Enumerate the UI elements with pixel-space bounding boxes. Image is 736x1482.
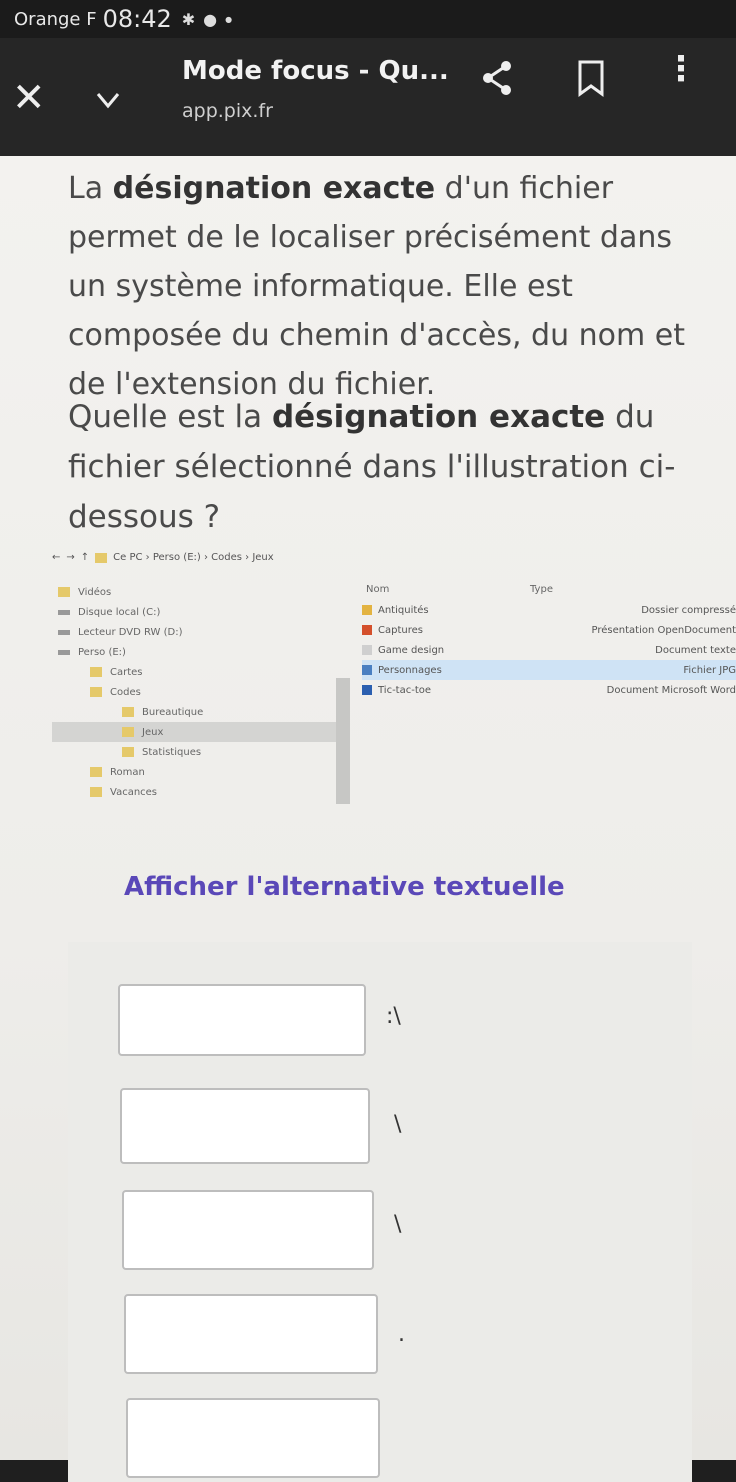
file-icon [362, 645, 372, 655]
tree-item-label: Perso (E:) [78, 647, 126, 658]
tree-item: Lecteur DVD RW (D:) [52, 622, 342, 642]
file-type: Document Microsoft Word [607, 685, 736, 696]
file-name: Antiquités [378, 605, 429, 616]
separator-2: \ [394, 1212, 401, 1237]
share-icon[interactable] [478, 58, 518, 98]
drive-icon [58, 650, 70, 655]
tree-item: Disque local (C:) [52, 602, 342, 622]
file-type: Fichier JPG [683, 665, 736, 676]
separator-extension: . [398, 1322, 405, 1347]
file-name-cell: Tic-tac-toe [362, 685, 512, 696]
folder-icon [95, 553, 107, 563]
tree-item: Vacances [52, 782, 342, 802]
answer-input-extension[interactable] [126, 1398, 380, 1478]
tree-item: Roman [52, 762, 342, 782]
file-row: Captures Présentation OpenDocument [362, 620, 736, 640]
folder-icon [90, 767, 102, 777]
file-type: Présentation OpenDocument [592, 625, 736, 636]
more-options-icon[interactable]: ⋮ [664, 52, 698, 86]
chevron-down-icon[interactable] [96, 88, 120, 112]
page-title-block: Mode focus - Qu... app.pix.fr [182, 56, 449, 122]
folder-icon [90, 787, 102, 797]
tree-item-label: Bureautique [142, 707, 203, 718]
file-name-cell: Antiquités [362, 605, 512, 616]
tree-item-label: Disque local (C:) [78, 607, 160, 618]
answer-input-drive[interactable] [118, 984, 366, 1056]
navigation-tree: Vidéos Disque local (C:) Lecteur DVD RW (D… [52, 582, 342, 802]
file-type: Dossier compressé [641, 605, 736, 616]
tree-item-label: Roman [110, 767, 145, 778]
tree-item-label: Vidéos [78, 587, 111, 598]
file-icon [362, 625, 372, 635]
drive-icon [58, 610, 70, 615]
drive-icon [58, 630, 70, 635]
folder-icon [90, 667, 102, 677]
breadcrumb-path: Ce PC › Perso (E:) › Codes › Jeux [113, 552, 274, 563]
show-alt-text-link[interactable]: Afficher l'alternative textuelle [124, 872, 565, 902]
status-bar: Orange F 08:42 ✱ ● ● [0, 0, 736, 38]
tree-item-label: Lecteur DVD RW (D:) [78, 627, 182, 638]
folder-icon [122, 727, 134, 737]
file-icon [362, 605, 372, 615]
answer-input-filename[interactable] [124, 1294, 378, 1374]
folder-icon [122, 747, 134, 757]
intro-paragraph: La désignation exacte d'un fichier perme… [68, 164, 708, 409]
tree-item-label: Statistiques [142, 747, 201, 758]
tree-item: Jeux [52, 722, 342, 742]
bookmark-icon[interactable] [574, 58, 608, 98]
page-url: app.pix.fr [182, 100, 449, 122]
tree-item: Codes [52, 682, 342, 702]
answer-input-folder-2[interactable] [122, 1190, 374, 1270]
file-row: Personnages Fichier JPG [362, 660, 736, 680]
tree-scrollbar [336, 678, 350, 804]
page-title: Mode focus - Qu... [182, 56, 449, 86]
tree-item-label: Cartes [110, 667, 143, 678]
settings-icon: ✱ [182, 10, 195, 29]
file-name-cell: Game design [362, 645, 512, 656]
file-explorer-illustration: ← → ↑ Ce PC › Perso (E:) › Codes › Jeux … [40, 542, 720, 812]
folder-icon [122, 707, 134, 717]
file-row: Antiquités Dossier compressé [362, 600, 736, 620]
column-type: Type [530, 584, 553, 595]
file-name: Captures [378, 625, 423, 636]
tree-item: Perso (E:) [52, 642, 342, 662]
column-name: Nom [366, 584, 389, 595]
tree-item-label: Jeux [142, 727, 163, 738]
breadcrumb: ← → ↑ Ce PC › Perso (E:) › Codes › Jeux [52, 552, 274, 563]
folder-icon [58, 587, 70, 597]
clock-time: 08:42 [103, 5, 172, 33]
file-icon [362, 665, 372, 675]
tree-item: Vidéos [52, 582, 342, 602]
separator-drive: :\ [386, 1004, 401, 1029]
back-arrow-icon: ← [52, 552, 60, 563]
dot-icon: ● [225, 15, 232, 24]
carrier-name: Orange F [14, 9, 97, 30]
separator-1: \ [394, 1112, 401, 1137]
file-name: Game design [378, 645, 444, 656]
file-type: Document texte [655, 645, 736, 656]
folder-icon [90, 687, 102, 697]
file-name: Tic-tac-toe [378, 685, 431, 696]
file-name-cell: Captures [362, 625, 512, 636]
tree-item: Cartes [52, 662, 342, 682]
close-icon[interactable]: ✕ [12, 78, 46, 118]
file-name: Personnages [378, 665, 442, 676]
forward-arrow-icon: → [66, 552, 74, 563]
notification-icon: ● [203, 10, 217, 29]
file-row: Game design Document texte [362, 640, 736, 660]
file-icon [362, 685, 372, 695]
browser-toolbar: ✕ Mode focus - Qu... app.pix.fr ⋮ [0, 38, 736, 156]
tree-item-label: Vacances [110, 787, 157, 798]
question-text: Quelle est la désignation exacte du fich… [68, 392, 708, 542]
up-arrow-icon: ↑ [81, 552, 89, 563]
tree-item-label: Codes [110, 687, 141, 698]
answer-area: :\ \ \ . [68, 942, 692, 1482]
tree-item: Bureautique [52, 702, 342, 722]
file-row: Tic-tac-toe Document Microsoft Word [362, 680, 736, 700]
file-name-cell: Personnages [362, 665, 512, 676]
page-content: La désignation exacte d'un fichier perme… [0, 156, 736, 1460]
answer-input-folder-1[interactable] [120, 1088, 370, 1164]
tree-item: Statistiques [52, 742, 342, 762]
